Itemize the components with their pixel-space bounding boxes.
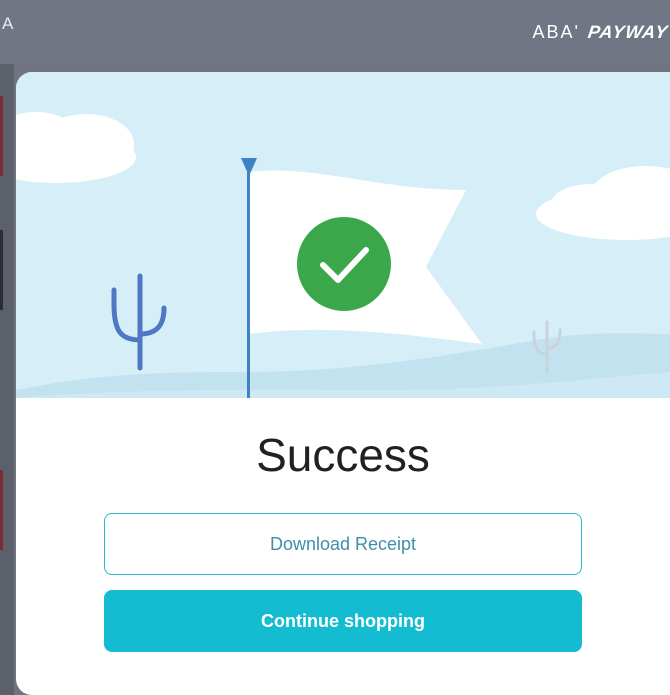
flagpole — [247, 168, 250, 398]
background-page-fragment — [0, 470, 3, 550]
brand-logo-part2: PAYWAY — [586, 22, 670, 42]
background-page-fragment — [0, 230, 3, 310]
background-page-fragment — [0, 96, 3, 176]
cloud-icon — [16, 112, 136, 183]
brand-logo: ABA' PAYWAY — [532, 22, 670, 43]
success-title: Success — [256, 429, 430, 481]
brand-logo-part1: ABA' — [532, 22, 580, 42]
success-illustration — [16, 72, 670, 398]
background-page-edge — [0, 0, 14, 695]
checkmark-icon — [297, 217, 391, 311]
header-corner-text: A — [2, 14, 14, 33]
continue-shopping-button[interactable]: Continue shopping — [104, 590, 582, 652]
success-dialog: Success Download Receipt Continue shoppi… — [16, 72, 670, 695]
download-receipt-button[interactable]: Download Receipt — [104, 513, 582, 575]
top-header-bar: A ABA' PAYWAY — [0, 0, 670, 64]
